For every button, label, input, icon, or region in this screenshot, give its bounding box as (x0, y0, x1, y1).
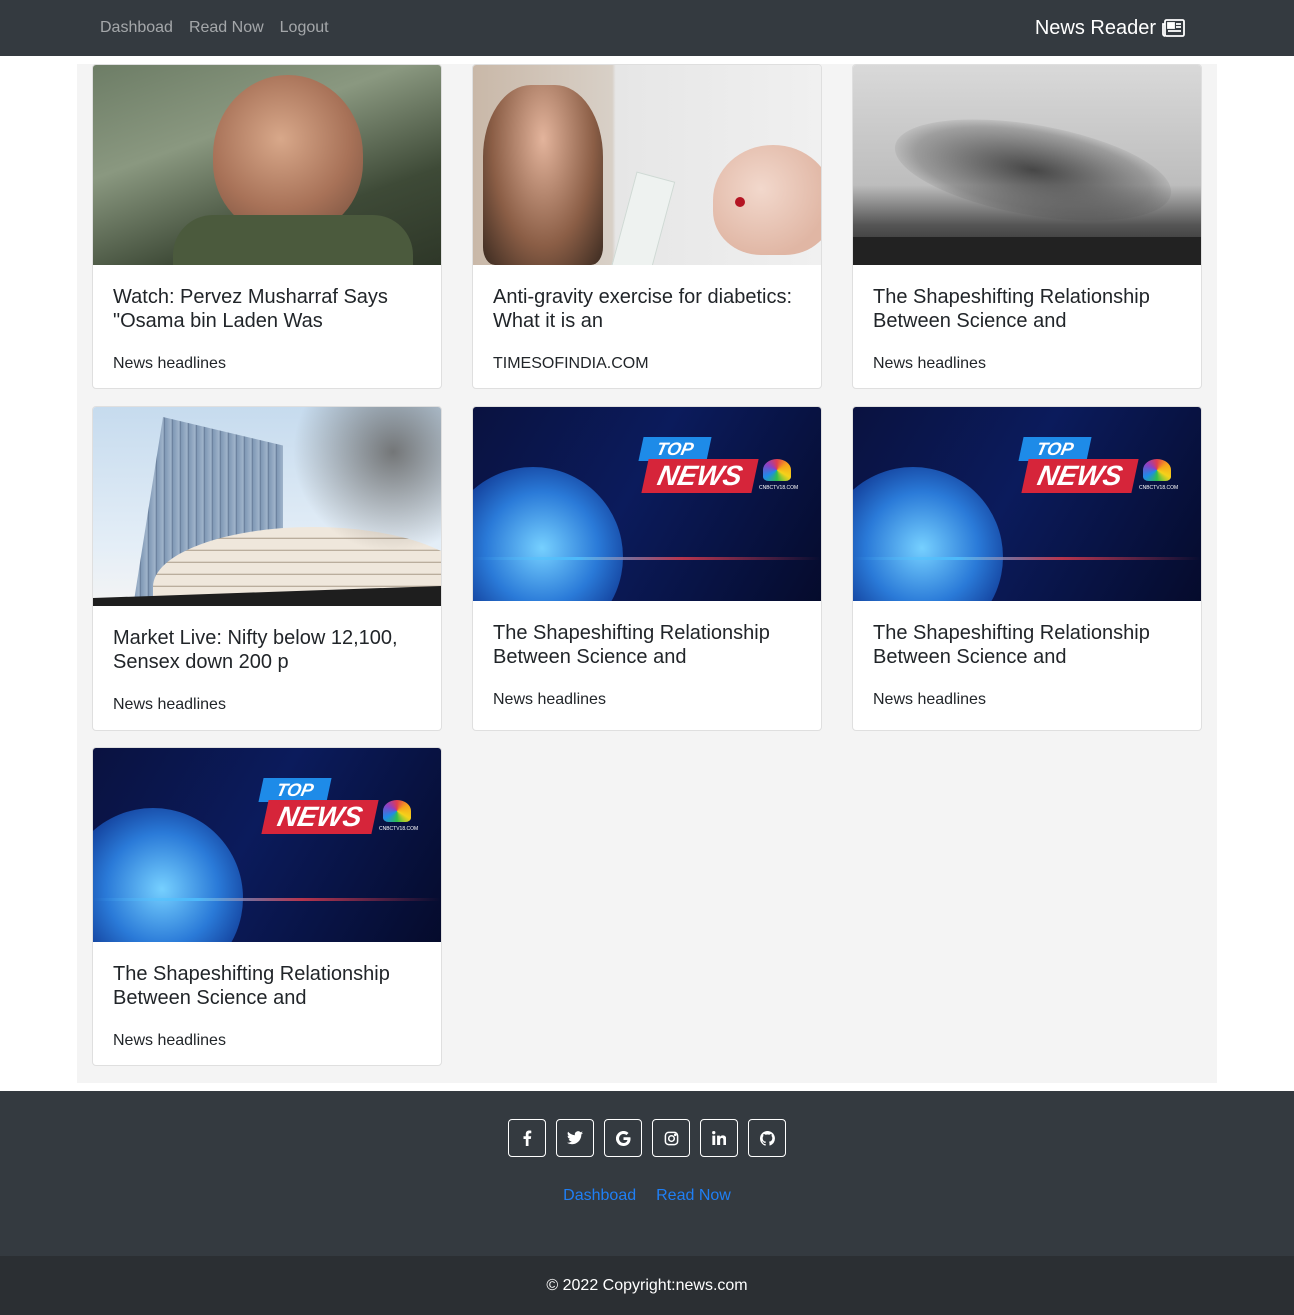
brand[interactable]: News Reader (1035, 17, 1186, 40)
instagram-icon[interactable] (652, 1119, 690, 1157)
banner-url-text: CNBCTV18.COM (379, 826, 419, 832)
card-title[interactable]: The Shapeshifting Relationship Between S… (873, 285, 1181, 333)
linkedin-icon[interactable] (700, 1119, 738, 1157)
github-icon[interactable] (748, 1119, 786, 1157)
card-source: News headlines (113, 1032, 226, 1049)
card-source: News headlines (113, 696, 226, 713)
newspaper-icon (1162, 18, 1186, 38)
news-grid: Watch: Pervez Musharraf Says "Osama bin … (77, 64, 1217, 1083)
banner-top-text: TOP (1018, 437, 1092, 461)
news-card[interactable]: Anti-gravity exercise for diabetics: Wha… (472, 64, 822, 389)
bird-flock-photo (853, 65, 1201, 265)
top-navbar: Dashboad Read Now Logout News Reader (0, 0, 1294, 56)
banner-url-text: CNBCTV18.COM (759, 485, 799, 491)
news-card[interactable]: TOP NEWS CNBCTV18.COM The Shapeshifting … (472, 406, 822, 731)
news-card[interactable]: TOP NEWS CNBCTV18.COM The Shapeshifting … (852, 406, 1202, 731)
cnbc-logo-icon (383, 800, 411, 822)
cnbc-logo-icon (1143, 459, 1171, 481)
card-source: News headlines (493, 691, 606, 708)
card-title[interactable]: The Shapeshifting Relationship Between S… (113, 962, 421, 1010)
nav-link-logout[interactable]: Logout (280, 19, 329, 37)
banner-news-text: NEWS (261, 800, 379, 834)
top-news-banner: TOP NEWS CNBCTV18.COM (473, 407, 821, 601)
musharraf-photo (93, 65, 441, 265)
banner-url-text: CNBCTV18.COM (1139, 485, 1179, 491)
card-title[interactable]: Market Live: Nifty below 12,100, Sensex … (113, 626, 421, 674)
bse-building-photo (93, 407, 441, 606)
twitter-icon[interactable] (556, 1119, 594, 1157)
footer-link-read-now[interactable]: Read Now (656, 1187, 731, 1205)
banner-news-text: NEWS (641, 459, 759, 493)
cnbc-logo-icon (763, 459, 791, 481)
brand-text: News Reader (1034, 16, 1156, 39)
nav-links: Dashboad Read Now Logout (100, 19, 329, 37)
card-title[interactable]: The Shapeshifting Relationship Between S… (493, 621, 801, 669)
nav-link-dashboard[interactable]: Dashboad (100, 19, 173, 37)
top-news-banner: TOP NEWS CNBCTV18.COM (93, 748, 441, 942)
footer-link-dashboard[interactable]: Dashboad (563, 1187, 636, 1205)
card-source: News headlines (113, 355, 226, 372)
card-title[interactable]: The Shapeshifting Relationship Between S… (873, 621, 1181, 669)
nav-link-read-now[interactable]: Read Now (189, 19, 264, 37)
exercise-diabetes-photo (473, 65, 821, 265)
social-buttons (0, 1119, 1294, 1157)
card-source: News headlines (873, 355, 986, 372)
footer: Dashboad Read Now (0, 1091, 1294, 1256)
copyright-bar: © 2022 Copyright:news.com (0, 1256, 1294, 1315)
card-source: News headlines (873, 691, 986, 708)
banner-news-text: NEWS (1021, 459, 1139, 493)
card-title[interactable]: Watch: Pervez Musharraf Says "Osama bin … (113, 285, 421, 333)
card-title[interactable]: Anti-gravity exercise for diabetics: Wha… (493, 285, 801, 333)
news-card[interactable]: The Shapeshifting Relationship Between S… (852, 64, 1202, 389)
news-card[interactable]: Watch: Pervez Musharraf Says "Osama bin … (92, 64, 442, 389)
footer-links: Dashboad Read Now (0, 1187, 1294, 1205)
banner-top-text: TOP (258, 778, 332, 802)
top-news-banner: TOP NEWS CNBCTV18.COM (853, 407, 1201, 601)
news-card[interactable]: TOP NEWS CNBCTV18.COM The Shapeshifting … (92, 747, 442, 1066)
google-icon[interactable] (604, 1119, 642, 1157)
news-card[interactable]: Market Live: Nifty below 12,100, Sensex … (92, 406, 442, 731)
copyright-text: © 2022 Copyright:news.com (546, 1276, 748, 1294)
facebook-icon[interactable] (508, 1119, 546, 1157)
banner-top-text: TOP (638, 437, 712, 461)
card-source: TIMESOFINDIA.COM (493, 355, 649, 372)
